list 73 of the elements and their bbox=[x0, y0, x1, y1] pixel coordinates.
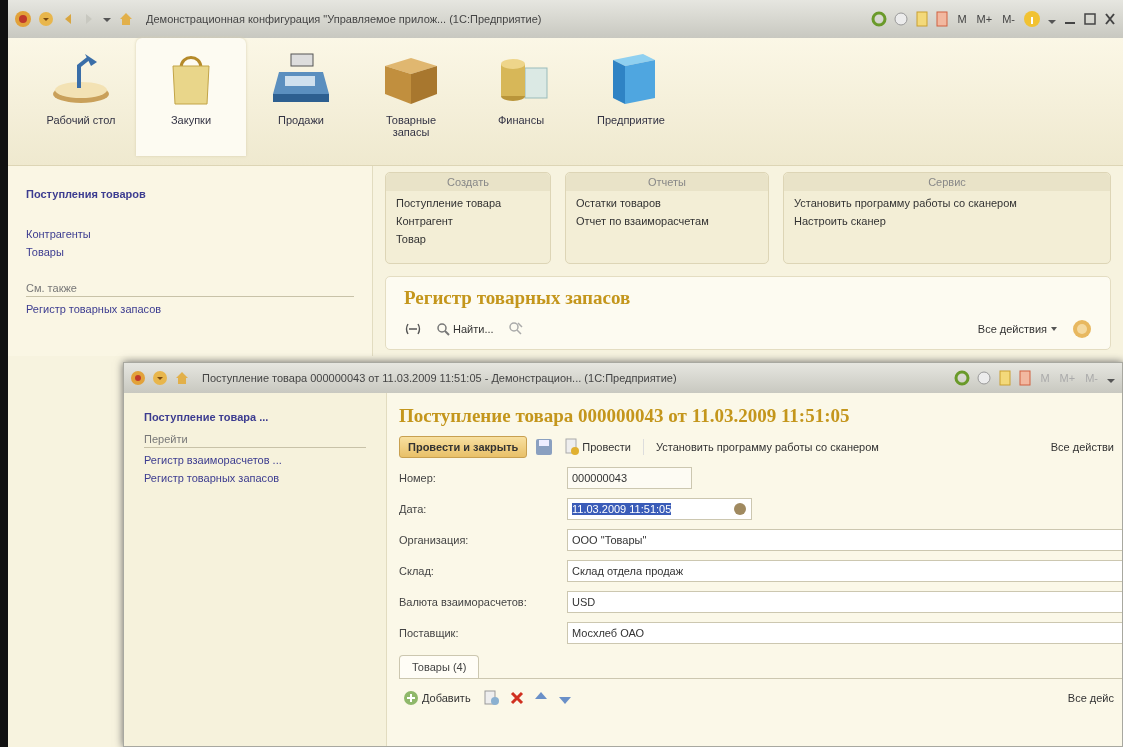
scanner-button[interactable]: Установить программу работы со сканером bbox=[651, 439, 883, 455]
logo-icon[interactable] bbox=[14, 10, 32, 28]
command-link[interactable]: Остатки товаров bbox=[576, 197, 758, 209]
section-tab[interactable]: Предприятие bbox=[576, 38, 686, 156]
memory-button[interactable]: M- bbox=[1000, 13, 1017, 25]
memory-button[interactable]: M bbox=[955, 13, 969, 25]
command-link[interactable]: Контрагент bbox=[396, 215, 540, 227]
all-actions-button[interactable]: Все дейс bbox=[1063, 690, 1118, 706]
caret-icon bbox=[1050, 325, 1058, 333]
close-icon[interactable] bbox=[1103, 11, 1117, 27]
search-icon bbox=[436, 322, 450, 336]
section-tab[interactable]: Закупки bbox=[136, 38, 246, 156]
field-label: Валюта взаиморасчетов: bbox=[399, 596, 528, 608]
command-link[interactable]: Поступление товара bbox=[396, 197, 540, 209]
all-actions-button[interactable]: Все действия bbox=[973, 321, 1062, 337]
nav-link[interactable]: Регистр взаиморасчетов ... bbox=[144, 454, 282, 466]
period-icon[interactable] bbox=[404, 322, 422, 336]
field-label: Дата: bbox=[399, 503, 428, 515]
post-button[interactable]: Провести bbox=[561, 436, 635, 458]
field-label: Поставщик: bbox=[399, 627, 460, 639]
input-field[interactable]: ООО "Товары" bbox=[567, 529, 1122, 551]
info-icon[interactable] bbox=[1023, 10, 1041, 28]
document-icon[interactable] bbox=[915, 11, 930, 27]
input-field[interactable]: Склад отдела продаж bbox=[567, 560, 1122, 582]
section-tab[interactable]: Финансы bbox=[466, 38, 576, 156]
command-link[interactable]: Установить программу работы со сканером bbox=[794, 197, 1100, 209]
group-title: Отчеты bbox=[566, 173, 768, 191]
nav-link[interactable]: Поступление товара ... bbox=[144, 411, 269, 423]
input-field[interactable]: USD bbox=[567, 591, 1122, 613]
save-icon[interactable] bbox=[535, 438, 554, 456]
section-tab[interactable]: Продажи bbox=[246, 38, 356, 156]
document-icon bbox=[565, 438, 580, 456]
document-icon[interactable] bbox=[998, 370, 1013, 386]
tab[interactable]: Товары (4) bbox=[399, 655, 480, 678]
field-label: Организация: bbox=[399, 534, 470, 546]
memory-button[interactable]: M+ bbox=[974, 13, 995, 25]
nav-link[interactable]: Регистр товарных запасов bbox=[26, 303, 162, 315]
nav-link[interactable]: Товары bbox=[26, 246, 64, 258]
input-field[interactable]: Мосхлеб ОАО bbox=[567, 622, 1122, 644]
group-title: Перейти bbox=[144, 433, 366, 448]
command-link[interactable]: Отчет по взаиморасчетам bbox=[576, 215, 758, 227]
field-label: Номер: bbox=[399, 472, 437, 484]
field-label: Склад: bbox=[399, 565, 435, 577]
plus-icon bbox=[403, 690, 419, 706]
post-and-close-button[interactable]: Провести и закрыть bbox=[399, 436, 528, 458]
number-field[interactable]: 000000043 bbox=[567, 467, 692, 489]
home-icon[interactable] bbox=[118, 11, 134, 27]
form-title: Поступление товара 000000043 от 11.03.2009 11:51:05 bbox=[399, 405, 851, 427]
nav-link[interactable]: Регистр товарных запасов bbox=[144, 472, 280, 484]
section-tab[interactable]: Рабочий стол bbox=[26, 38, 136, 156]
menu-icon[interactable] bbox=[38, 11, 54, 27]
command-link[interactable]: Товар bbox=[396, 233, 540, 245]
find-button[interactable]: Найти... bbox=[432, 320, 498, 338]
command-link[interactable]: Настроить сканер bbox=[794, 215, 1100, 227]
window-title: Поступление товара 000000043 от 11.03.2009 11:51:05 - Демонстрацион... (1С:Предприятие) bbox=[201, 372, 678, 384]
date-field[interactable]: 11.03.2009 11:51:05 bbox=[567, 498, 752, 520]
home-icon[interactable] bbox=[174, 370, 190, 386]
group-title: См. также bbox=[26, 282, 354, 297]
group-title: Создать bbox=[386, 173, 550, 191]
maximize-icon[interactable] bbox=[1083, 11, 1097, 27]
nav-link[interactable]: Контрагенты bbox=[26, 228, 91, 240]
window-title: Демонстрационная конфигурация "Управляемое прилож... (1С:Предприятие) bbox=[145, 13, 543, 25]
clear-search-icon[interactable] bbox=[507, 321, 524, 337]
copy-icon[interactable] bbox=[482, 689, 501, 707]
form-title: Регистр товарных запасов bbox=[404, 287, 632, 309]
add-button[interactable]: Добавить bbox=[399, 688, 475, 708]
logo-icon[interactable] bbox=[130, 370, 146, 386]
group-title: Сервис bbox=[784, 173, 1110, 191]
menu-icon[interactable] bbox=[152, 370, 168, 386]
all-actions-button[interactable]: Все действи bbox=[1046, 439, 1118, 455]
nav-link[interactable]: Поступления товаров bbox=[26, 188, 146, 200]
section-tab[interactable]: Товарные запасы bbox=[356, 38, 466, 156]
delete-icon[interactable] bbox=[508, 690, 525, 706]
